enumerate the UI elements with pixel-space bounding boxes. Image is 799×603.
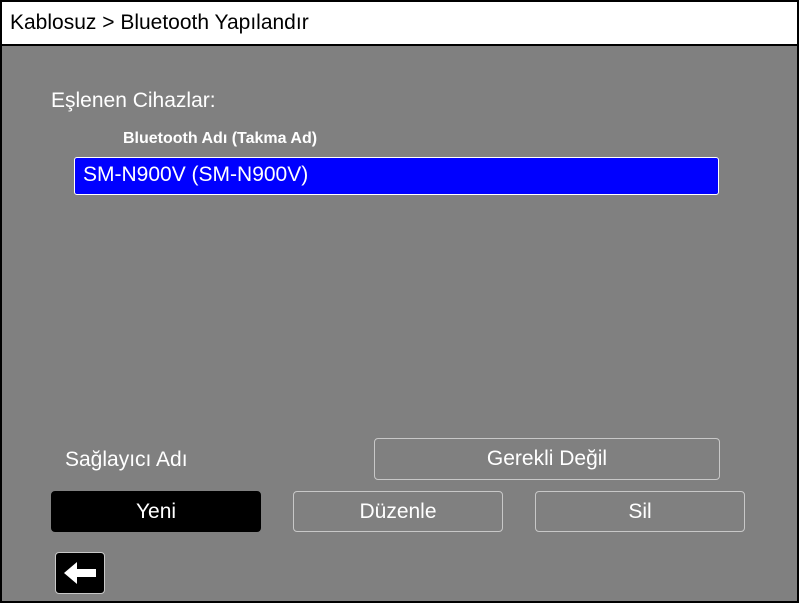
page-title: Kablosuz > Bluetooth Yapılandır: [10, 11, 309, 34]
back-button[interactable]: [55, 552, 105, 594]
arrow-left-icon: [64, 562, 96, 584]
provider-name-label: Sağlayıcı Adı: [65, 448, 188, 471]
delete-button[interactable]: Sil: [535, 491, 745, 532]
paired-device-name: SM-N900V (SM-N900V): [83, 163, 309, 186]
provider-name-field[interactable]: Gerekli Değil: [374, 438, 720, 480]
new-button[interactable]: Yeni: [51, 491, 261, 532]
paired-device-row[interactable]: SM-N900V (SM-N900V): [74, 157, 719, 195]
title-bar: Kablosuz > Bluetooth Yapılandır: [2, 2, 797, 46]
screen-frame: Kablosuz > Bluetooth Yapılandır Eşlenen …: [0, 0, 799, 603]
paired-devices-label: Eşlenen Cihazlar:: [51, 89, 216, 112]
edit-button[interactable]: Düzenle: [293, 491, 503, 532]
bluetooth-name-column-header: Bluetooth Adı (Takma Ad): [123, 130, 318, 147]
